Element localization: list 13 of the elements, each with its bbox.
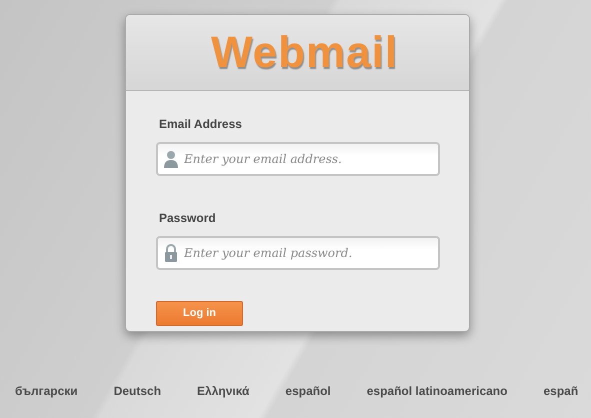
field-label: Email Address [159,117,242,131]
language-link[interactable]: español latinoamericano [366,384,508,398]
language-link[interactable]: Ελληνικά [197,384,250,398]
language-link[interactable]: Deutsch [114,384,162,398]
language-link[interactable]: español [285,384,331,398]
person-icon [164,150,178,168]
field-label: Password [159,211,216,225]
input-field[interactable]: Enter your email address. [156,142,440,176]
webmail-logo: Webmail [210,28,398,78]
language-link[interactable]: български [15,384,78,398]
language-link[interactable]: españ [543,384,578,398]
lock-icon [164,244,178,262]
input-field[interactable]: Enter your email password. [156,236,440,270]
